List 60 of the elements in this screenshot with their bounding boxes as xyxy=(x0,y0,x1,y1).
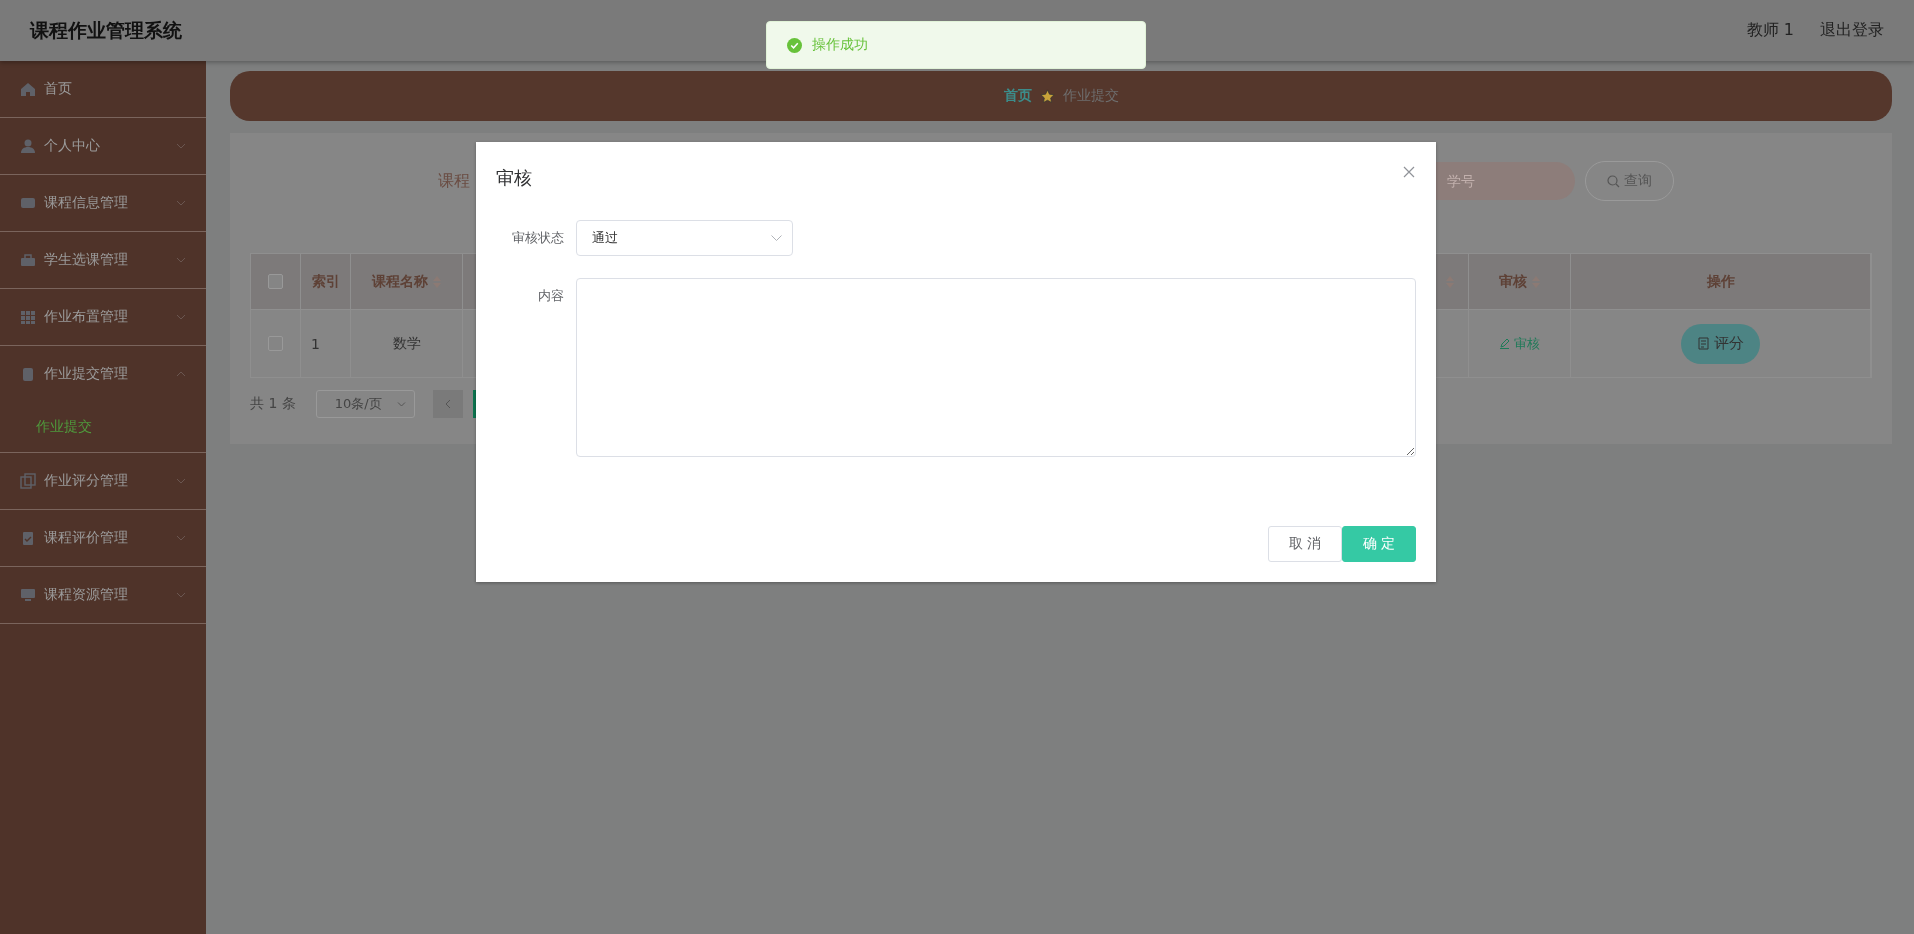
chevron-down-icon xyxy=(771,235,782,241)
sidebar-item[interactable]: 课程评价管理 xyxy=(0,510,206,567)
sidebar-item[interactable]: 课程资源管理 xyxy=(0,567,206,624)
menu-icon xyxy=(20,530,36,546)
menu-icon xyxy=(20,309,36,325)
content-field[interactable] xyxy=(576,278,1416,457)
page-size-select[interactable]: 10条/页 xyxy=(315,390,415,418)
chevron-down-icon xyxy=(176,478,186,484)
status-select[interactable]: 通过 xyxy=(576,220,793,256)
pen-icon xyxy=(1499,338,1510,349)
prev-page-button[interactable] xyxy=(432,390,463,418)
total-count: 共 1 条 xyxy=(250,395,296,413)
breadcrumb-item: 作业提交 xyxy=(1062,87,1119,105)
search-label: 课程 xyxy=(438,170,470,192)
sidebar-subitem[interactable]: 作业提交 xyxy=(0,402,206,452)
sidebar-item[interactable]: 作业布置管理 xyxy=(0,289,206,346)
toast-message: 操作成功 xyxy=(812,36,868,54)
chevron-up-icon xyxy=(176,371,186,377)
chevron-down-icon xyxy=(176,592,186,598)
chevron-down-icon xyxy=(396,401,406,407)
sidebar-item[interactable]: 个人中心 xyxy=(0,118,206,175)
column-header: 索引 xyxy=(301,254,351,310)
star-icon xyxy=(1039,88,1055,104)
sidebar-item[interactable]: 首页 xyxy=(0,61,206,118)
close-button[interactable] xyxy=(1402,165,1416,179)
logout-link[interactable]: 退出登录 xyxy=(1820,20,1884,41)
menu-icon xyxy=(20,366,36,382)
field-label: 审核状态 xyxy=(511,229,565,247)
app-title: 课程作业管理系统 xyxy=(30,17,182,43)
column-header: 审核 xyxy=(1469,254,1571,310)
sidebar-item[interactable]: 课程信息管理 xyxy=(0,175,206,232)
dialog-title: 审核 xyxy=(496,166,532,190)
rate-button[interactable]: 评分 xyxy=(1681,323,1760,364)
chevron-down-icon xyxy=(176,200,186,206)
chevron-down-icon xyxy=(176,535,186,541)
chevron-down-icon xyxy=(176,257,186,263)
menu-icon xyxy=(20,81,36,97)
table-cell: 数学 xyxy=(392,334,421,353)
sidebar-item[interactable]: 作业评分管理 xyxy=(0,453,206,510)
chevron-left-icon xyxy=(444,399,451,409)
document-icon xyxy=(1697,337,1709,350)
menu-icon xyxy=(20,473,36,489)
menu-icon xyxy=(20,195,36,211)
menu-icon xyxy=(20,587,36,603)
checkbox[interactable] xyxy=(268,274,283,289)
menu-icon xyxy=(20,252,36,268)
chevron-down-icon xyxy=(176,314,186,320)
search-icon xyxy=(1607,174,1620,188)
check-circle-icon xyxy=(787,37,802,53)
breadcrumb-item[interactable]: 首页 xyxy=(1003,87,1032,105)
sidebar-item[interactable]: 作业提交管理 xyxy=(0,346,206,402)
sidebar-item[interactable]: 学生选课管理 xyxy=(0,232,206,289)
column-header: 课程名称 xyxy=(351,254,463,310)
chevron-down-icon xyxy=(176,143,186,149)
table-cell: 1 xyxy=(311,335,320,352)
cancel-button[interactable]: 取 消 xyxy=(1268,526,1342,562)
user-name: 教师 1 xyxy=(1746,20,1794,41)
column-header: 操作 xyxy=(1571,254,1871,310)
menu-icon xyxy=(20,138,36,154)
field-label: 内容 xyxy=(537,287,565,305)
